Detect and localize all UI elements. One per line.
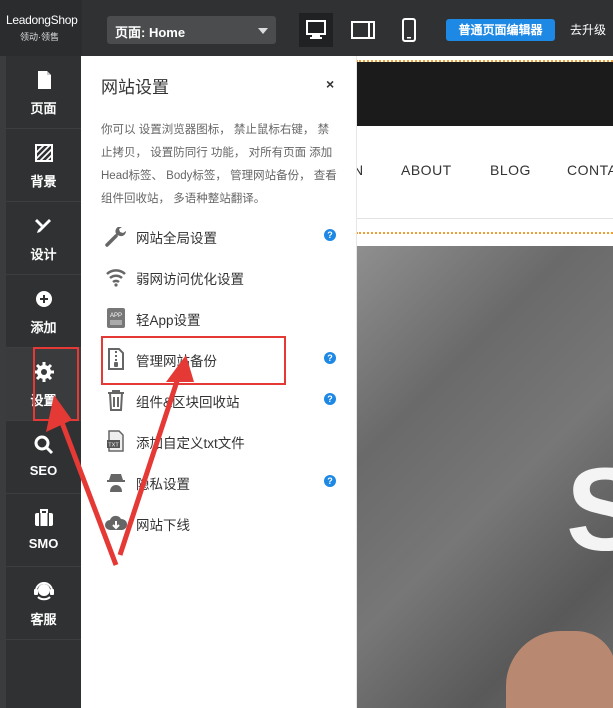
headset-icon — [34, 582, 54, 601]
panel-title: 网站设置 — [101, 78, 169, 97]
preview-hero-text: S — [566, 444, 613, 576]
top-bar: LeadongShop 领动·领售 页面: Home 普通页面编辑器 去升级 — [0, 0, 613, 56]
menu-item-privacy[interactable]: 隐私设置 ? — [101, 467, 343, 497]
spy-icon — [107, 474, 125, 492]
preview-header-bar — [356, 62, 613, 126]
txt-file-icon: TXT — [107, 430, 124, 452]
app-icon: APP — [107, 308, 125, 328]
sidebar-item-label: 页面 — [30, 101, 57, 116]
page-select-value: 页面: Home — [115, 25, 186, 40]
page-icon — [38, 71, 51, 89]
sidebar-item-smo[interactable]: SMO — [6, 494, 81, 567]
menu-item-label: 隐私设置 — [136, 477, 190, 492]
help-icon[interactable]: ? — [324, 475, 336, 487]
menu-item-label: 添加自定义txt文件 — [136, 436, 245, 451]
menu-item-recycle-bin[interactable]: 组件&区块回收站 ? — [101, 385, 343, 415]
sidebar-item-label: SMO — [28, 536, 59, 551]
preview-nav-item[interactable]: N — [356, 162, 364, 178]
upgrade-link[interactable]: 去升级 — [570, 21, 606, 38]
site-preview: N ABOUT BLOG CONTA S — [356, 56, 613, 708]
briefcase-icon — [35, 509, 53, 526]
sidebar-item-add[interactable]: 添加 — [6, 275, 81, 348]
logo-text: LeadongShop — [6, 13, 78, 27]
panel-description: 你可以 设置浏览器图标， 禁止鼠标右键， 禁止拷贝， 设置防同行 功能， 对所有… — [101, 124, 337, 205]
menu-item-custom-txt[interactable]: TXT 添加自定义txt文件 — [101, 426, 343, 456]
preview-nav-item[interactable]: ABOUT — [401, 162, 452, 178]
sidebar-item-design[interactable]: 设计 — [6, 202, 81, 275]
menu-item-global-settings[interactable]: 网站全局设置 ? — [101, 221, 343, 251]
sidebar-item-page[interactable]: 页面 — [6, 56, 81, 129]
svg-text:TXT: TXT — [108, 443, 119, 449]
cloud-download-icon — [105, 515, 128, 530]
help-icon[interactable]: ? — [324, 352, 336, 364]
menu-item-weak-network[interactable]: 弱网访问优化设置 — [101, 262, 343, 292]
tablet-icon — [351, 21, 375, 39]
desktop-icon — [306, 20, 326, 39]
menu-item-label: 弱网访问优化设置 — [136, 272, 244, 287]
sidebar-item-background[interactable]: 背景 — [6, 129, 81, 202]
chevron-down-icon — [258, 28, 268, 34]
preview-nav-item[interactable]: CONTA — [567, 162, 613, 178]
logo[interactable]: LeadongShop 领动·领售 — [0, 0, 82, 56]
svg-text:APP: APP — [110, 313, 122, 319]
annotation-highlight-backup — [101, 336, 286, 385]
sidebar-item-service[interactable]: 客服 — [6, 567, 81, 640]
logo-subtext: 领动·领售 — [20, 32, 59, 42]
preview-nav-item[interactable]: BLOG — [490, 162, 531, 178]
menu-item-label: 网站全局设置 — [136, 231, 217, 246]
sidebar-item-label: SEO — [29, 463, 58, 478]
sidebar-item-label: 添加 — [30, 320, 57, 335]
sidebar-item-label: 客服 — [30, 612, 57, 627]
design-icon — [35, 219, 51, 233]
menu-item-label: 组件&区块回收站 — [136, 395, 240, 410]
sidebar-item-seo[interactable]: SEO — [6, 421, 81, 494]
trash-icon — [108, 390, 124, 411]
add-icon — [36, 291, 52, 307]
search-icon — [34, 435, 54, 455]
help-icon[interactable]: ? — [324, 393, 336, 405]
page-select[interactable]: 页面: Home — [107, 16, 276, 44]
annotation-highlight-settings — [33, 347, 79, 421]
sidebar-item-label: 设计 — [30, 247, 57, 262]
wrench-icon — [105, 227, 127, 247]
preview-nav-border — [356, 218, 613, 219]
help-icon[interactable]: ? — [324, 229, 336, 241]
editor-mode-button[interactable]: 普通页面编辑器 — [446, 19, 555, 41]
menu-item-label: 轻App设置 — [136, 313, 201, 328]
menu-item-offline[interactable]: 网站下线 — [101, 508, 343, 538]
background-icon — [35, 144, 53, 162]
wifi-icon — [106, 269, 126, 287]
close-button[interactable]: × — [326, 76, 334, 92]
menu-item-light-app[interactable]: APP 轻App设置 — [101, 303, 343, 333]
desktop-view-button[interactable] — [299, 13, 333, 47]
preview-divider — [356, 232, 613, 234]
mobile-icon — [402, 18, 416, 42]
menu-item-label: 网站下线 — [136, 518, 190, 533]
sidebar-item-label: 背景 — [30, 174, 57, 189]
tablet-view-button[interactable] — [346, 13, 380, 47]
mobile-view-button[interactable] — [392, 13, 426, 47]
